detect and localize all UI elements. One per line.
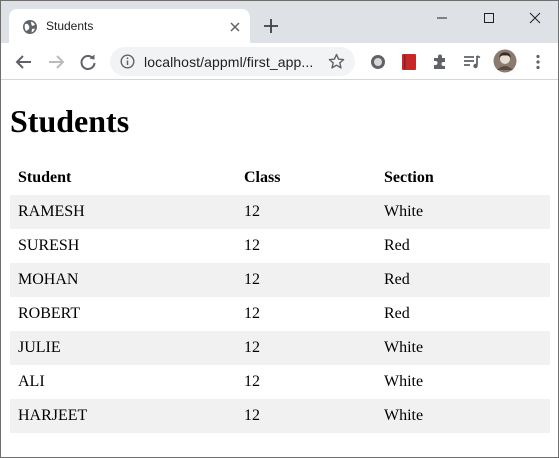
- column-header-section: Section: [384, 169, 434, 186]
- table-row: ALI 12 White: [10, 365, 550, 399]
- address-bar[interactable]: localhost/appml/first_app...: [110, 47, 355, 76]
- browser-toolbar: localhost/appml/first_app...: [1, 43, 558, 80]
- star-icon[interactable]: [328, 53, 345, 70]
- tab-students[interactable]: Students: [9, 9, 250, 43]
- column-header-student: Student: [18, 169, 72, 186]
- page-content: Students Student Class Section RAMESH 12…: [1, 81, 558, 457]
- class-cell: 12: [236, 399, 376, 433]
- tab-title: Students: [46, 19, 94, 33]
- student-cell: ROBERT: [18, 305, 81, 322]
- section-cell: White: [376, 195, 550, 229]
- class-cell: 12: [236, 331, 376, 365]
- media-queue-icon[interactable]: [462, 52, 482, 72]
- section-cell: Red: [376, 263, 550, 297]
- section-cell: Red: [384, 305, 410, 322]
- reload-icon[interactable]: [78, 52, 98, 72]
- profile-avatar[interactable]: [493, 49, 517, 73]
- student-cell: ALI: [18, 373, 45, 390]
- section-cell: Red: [384, 237, 410, 254]
- table-row: MOHAN 12 Red: [10, 263, 550, 297]
- browser-window: Students localhost/appml/first_app... St…: [0, 0, 559, 458]
- class-cell: 12: [244, 305, 260, 322]
- table-row: RAMESH 12 White: [10, 195, 550, 229]
- window-close-icon[interactable]: [512, 7, 558, 29]
- minimize-icon[interactable]: [419, 7, 465, 29]
- class-cell: 12: [244, 373, 260, 390]
- url-text[interactable]: localhost/appml/first_app...: [144, 54, 313, 70]
- column-header-class: Class: [244, 169, 281, 186]
- tab-strip: Students: [1, 1, 558, 43]
- info-icon[interactable]: [120, 54, 135, 69]
- class-cell: 12: [244, 237, 260, 254]
- table-row: JULIE 12 White: [10, 331, 550, 365]
- students-table: Student Class Section RAMESH 12 White SU…: [10, 161, 550, 433]
- globe-favicon: [22, 19, 38, 35]
- student-cell: RAMESH: [10, 195, 236, 229]
- table-row: HARJEET 12 White: [10, 399, 550, 433]
- extension-circle-icon[interactable]: [368, 52, 388, 72]
- page-title: Students: [10, 103, 130, 139]
- table-row: ROBERT 12 Red: [10, 297, 550, 331]
- back-icon[interactable]: [14, 52, 34, 72]
- section-cell: White: [376, 399, 550, 433]
- table-header-row: Student Class Section: [10, 161, 550, 195]
- section-cell: White: [376, 331, 550, 365]
- book-icon[interactable]: [399, 52, 419, 72]
- student-cell: SURESH: [18, 237, 80, 254]
- new-tab-icon[interactable]: [262, 17, 280, 35]
- student-cell: HARJEET: [10, 399, 236, 433]
- student-cell: JULIE: [10, 331, 236, 365]
- student-cell: MOHAN: [10, 263, 236, 297]
- forward-icon[interactable]: [46, 52, 66, 72]
- close-icon[interactable]: [227, 19, 243, 35]
- section-cell: White: [384, 373, 424, 390]
- maximize-icon[interactable]: [466, 7, 512, 29]
- puzzle-icon[interactable]: [430, 52, 450, 72]
- class-cell: 12: [236, 263, 376, 297]
- menu-dots-icon[interactable]: [528, 52, 548, 72]
- class-cell: 12: [236, 195, 376, 229]
- table-row: SURESH 12 Red: [10, 229, 550, 263]
